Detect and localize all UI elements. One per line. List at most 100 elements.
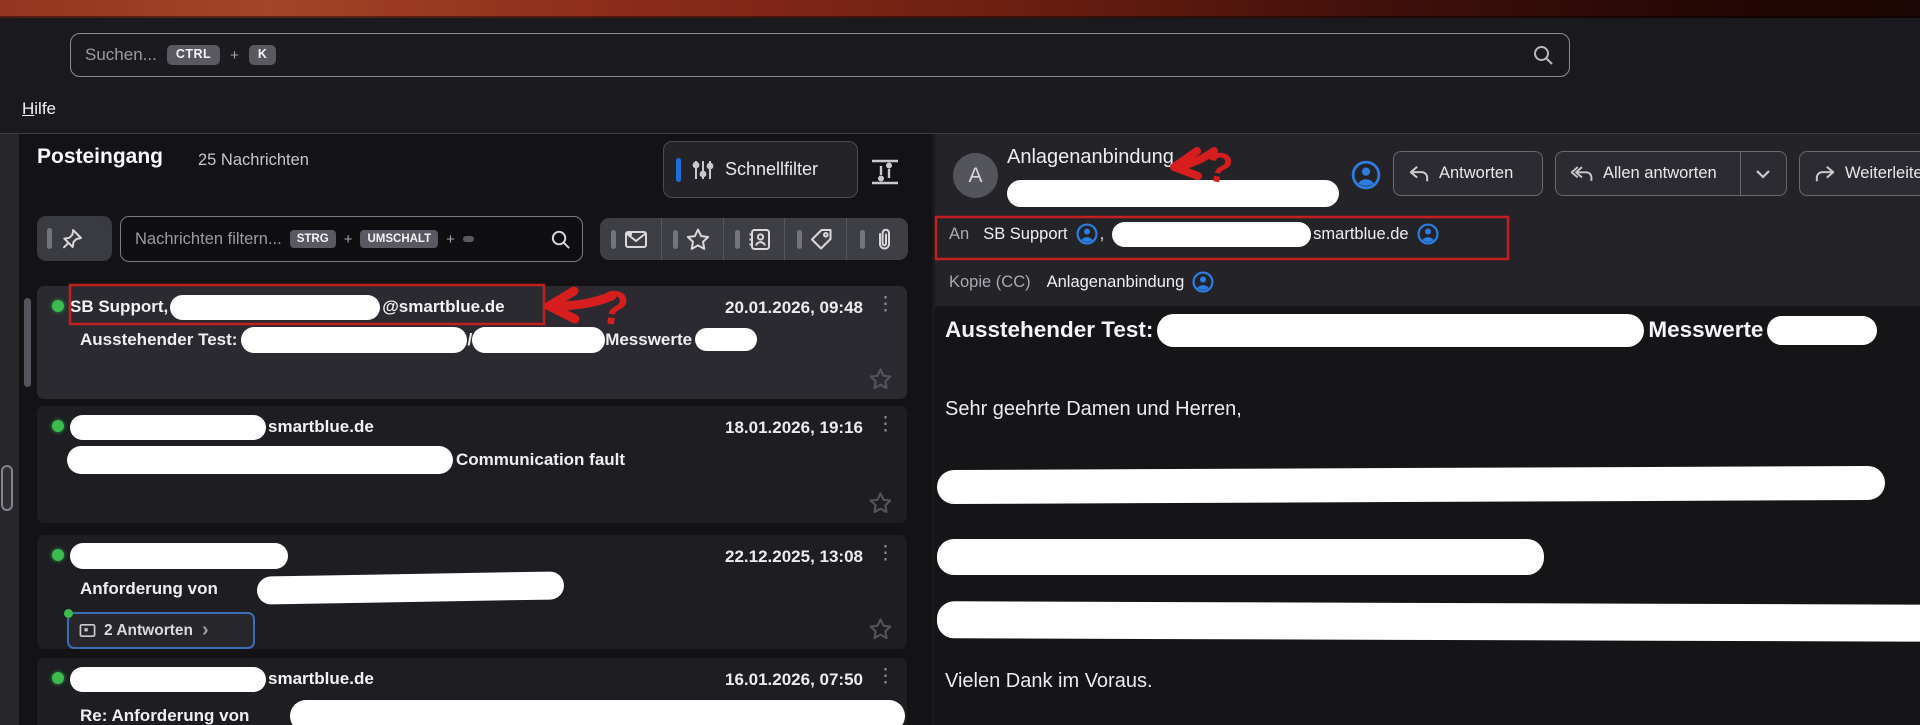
message-sender-line: smartblue.de bbox=[70, 414, 374, 440]
reply-button[interactable]: Antworten bbox=[1393, 151, 1543, 196]
thread-replies-button[interactable]: 2 Antworten › bbox=[64, 609, 255, 649]
kbd-ctrl: CTRL bbox=[166, 45, 221, 65]
contact-person-icon[interactable] bbox=[1417, 223, 1439, 245]
message-subject-line: Ausstehender Test: / Messwerte bbox=[80, 326, 758, 353]
global-search-input[interactable]: Suchen... CTRL + K bbox=[70, 33, 1570, 77]
kbd-plus: + bbox=[343, 230, 353, 248]
to-recipient-row: An SB Support , smartblue.de bbox=[949, 220, 1439, 248]
redaction bbox=[1112, 221, 1312, 247]
quickfilter-toggle-button[interactable]: Schnellfilter bbox=[663, 141, 858, 198]
message-subject: Ausstehender Test: Messwerte bbox=[945, 312, 1878, 348]
star-toggle-icon[interactable] bbox=[868, 367, 893, 391]
paperclip-icon bbox=[872, 227, 895, 252]
kebab-menu-icon[interactable]: ⋮ bbox=[876, 294, 895, 317]
list-scrollbar-thumb[interactable] bbox=[24, 298, 31, 387]
filter-starred-button[interactable] bbox=[662, 218, 724, 260]
redaction bbox=[1767, 315, 1878, 345]
contact-person-icon[interactable] bbox=[1351, 160, 1381, 190]
message-date: 20.01.2026, 09:48 bbox=[724, 298, 863, 317]
message-reading-pane: A Anlagenanbindung Antworten Allen antwo… bbox=[935, 134, 1920, 725]
search-icon bbox=[1531, 43, 1555, 67]
reply-icon bbox=[1408, 164, 1430, 184]
message-row-4[interactable]: smartblue.de 16.01.2026, 07:50 ⋮ Re: Anf… bbox=[37, 658, 907, 725]
message-date: 18.01.2026, 19:16 bbox=[724, 418, 863, 437]
redaction bbox=[241, 326, 468, 353]
kebab-menu-icon[interactable]: ⋮ bbox=[876, 543, 895, 566]
message-sender-line: SB Support, @smartblue.de bbox=[70, 294, 505, 320]
redaction bbox=[1157, 313, 1645, 347]
splitter-grip[interactable] bbox=[1, 465, 13, 511]
filter-placeholder: Nachrichten filtern... bbox=[135, 229, 282, 248]
unread-dot[interactable] bbox=[52, 300, 64, 312]
message-row-2[interactable]: smartblue.de 18.01.2026, 19:16 ⋮ Communi… bbox=[37, 406, 907, 523]
message-row-3[interactable]: 22.12.2025, 13:08 ⋮ Anforderung von 2 An… bbox=[37, 535, 907, 649]
envelope-icon bbox=[78, 622, 97, 639]
message-count: 25 Nachrichten bbox=[198, 151, 309, 169]
redaction bbox=[70, 543, 288, 569]
pin-quickfilter-button[interactable] bbox=[37, 216, 112, 261]
contact-person-icon[interactable] bbox=[1192, 271, 1214, 293]
message-filter-input[interactable]: Nachrichten filtern... STRG + UMSCHALT + bbox=[120, 216, 583, 262]
message-date: 16.01.2026, 07:50 bbox=[724, 670, 863, 689]
window-title-banner bbox=[0, 0, 1920, 18]
filter-contacts-button[interactable] bbox=[724, 218, 786, 260]
body-closing: Vielen Dank im Voraus. bbox=[945, 670, 1153, 692]
address-book-icon bbox=[747, 227, 772, 252]
redaction bbox=[170, 294, 381, 320]
unread-envelope-icon bbox=[623, 227, 649, 251]
star-toggle-icon[interactable] bbox=[868, 617, 893, 641]
contact-person-icon[interactable] bbox=[1076, 223, 1098, 245]
sliders-icon bbox=[690, 157, 716, 183]
redaction bbox=[1007, 180, 1339, 207]
message-date: 22.12.2025, 13:08 bbox=[724, 547, 863, 566]
unread-dot[interactable] bbox=[52, 549, 64, 561]
thunderbird-window: Suchen... CTRL + K Hilfe Posteingang 25 … bbox=[0, 0, 1920, 725]
forward-button[interactable]: Weiterleiten bbox=[1799, 151, 1920, 196]
search-placeholder: Suchen... bbox=[85, 45, 157, 64]
reply-all-button[interactable]: Allen antworten bbox=[1556, 152, 1731, 195]
message-list-pane: Posteingang 25 Nachrichten Schnellfilter bbox=[0, 134, 932, 725]
redaction bbox=[70, 666, 266, 692]
kbd-umschalt: UMSCHALT bbox=[360, 230, 439, 248]
kbd-strg: STRG bbox=[289, 230, 336, 248]
filter-attachment-button[interactable] bbox=[847, 218, 908, 260]
filter-tags-button[interactable] bbox=[785, 218, 848, 260]
pin-icon bbox=[60, 227, 84, 251]
folder-title: Posteingang bbox=[37, 145, 164, 168]
body-greeting: Sehr geehrte Damen und Herren, bbox=[945, 398, 1242, 420]
message-subject-line: Anforderung von bbox=[80, 578, 218, 598]
redaction bbox=[472, 326, 606, 353]
message-subject-line: Communication fault bbox=[67, 445, 625, 474]
tag-icon bbox=[809, 227, 834, 252]
unread-dot[interactable] bbox=[52, 672, 64, 684]
sender-avatar: A bbox=[953, 153, 998, 198]
forward-icon bbox=[1814, 164, 1836, 184]
unread-dot[interactable] bbox=[52, 420, 64, 432]
message-list-display-options-button[interactable] bbox=[868, 154, 902, 190]
message-sender-line: smartblue.de bbox=[70, 666, 374, 692]
redaction bbox=[936, 465, 1886, 505]
cc-recipient-row: Kopie (CC) Anlagenanbindung bbox=[949, 268, 1214, 296]
sender-name: Anlagenanbindung bbox=[1007, 146, 1174, 168]
redaction bbox=[67, 445, 453, 474]
menu-help[interactable]: Hilfe bbox=[22, 99, 56, 119]
kbd-plus: + bbox=[446, 230, 455, 248]
kbd-plus: + bbox=[230, 46, 239, 64]
chevron-right-icon: › bbox=[201, 619, 209, 641]
star-toggle-icon[interactable] bbox=[868, 491, 893, 515]
reply-all-split-button: Allen antworten bbox=[1555, 151, 1787, 196]
quickfilter-criteria-group bbox=[600, 218, 908, 260]
folder-pane-splitter[interactable] bbox=[0, 134, 19, 725]
filter-unread-button[interactable] bbox=[600, 218, 662, 260]
redaction bbox=[937, 539, 1544, 575]
quickfilter-active-indicator bbox=[676, 157, 681, 182]
reply-all-dropdown-button[interactable] bbox=[1739, 152, 1785, 195]
kebab-menu-icon[interactable]: ⋮ bbox=[876, 666, 895, 689]
message-row-1[interactable]: SB Support, @smartblue.de 20.01.2026, 09… bbox=[37, 286, 907, 399]
redaction bbox=[256, 571, 565, 605]
kbd-cut-key bbox=[462, 236, 474, 242]
reply-all-icon bbox=[1570, 164, 1594, 184]
unread-reply-dot bbox=[64, 609, 73, 618]
quickfilter-label: Schnellfilter bbox=[725, 159, 819, 179]
kebab-menu-icon[interactable]: ⋮ bbox=[876, 414, 895, 437]
